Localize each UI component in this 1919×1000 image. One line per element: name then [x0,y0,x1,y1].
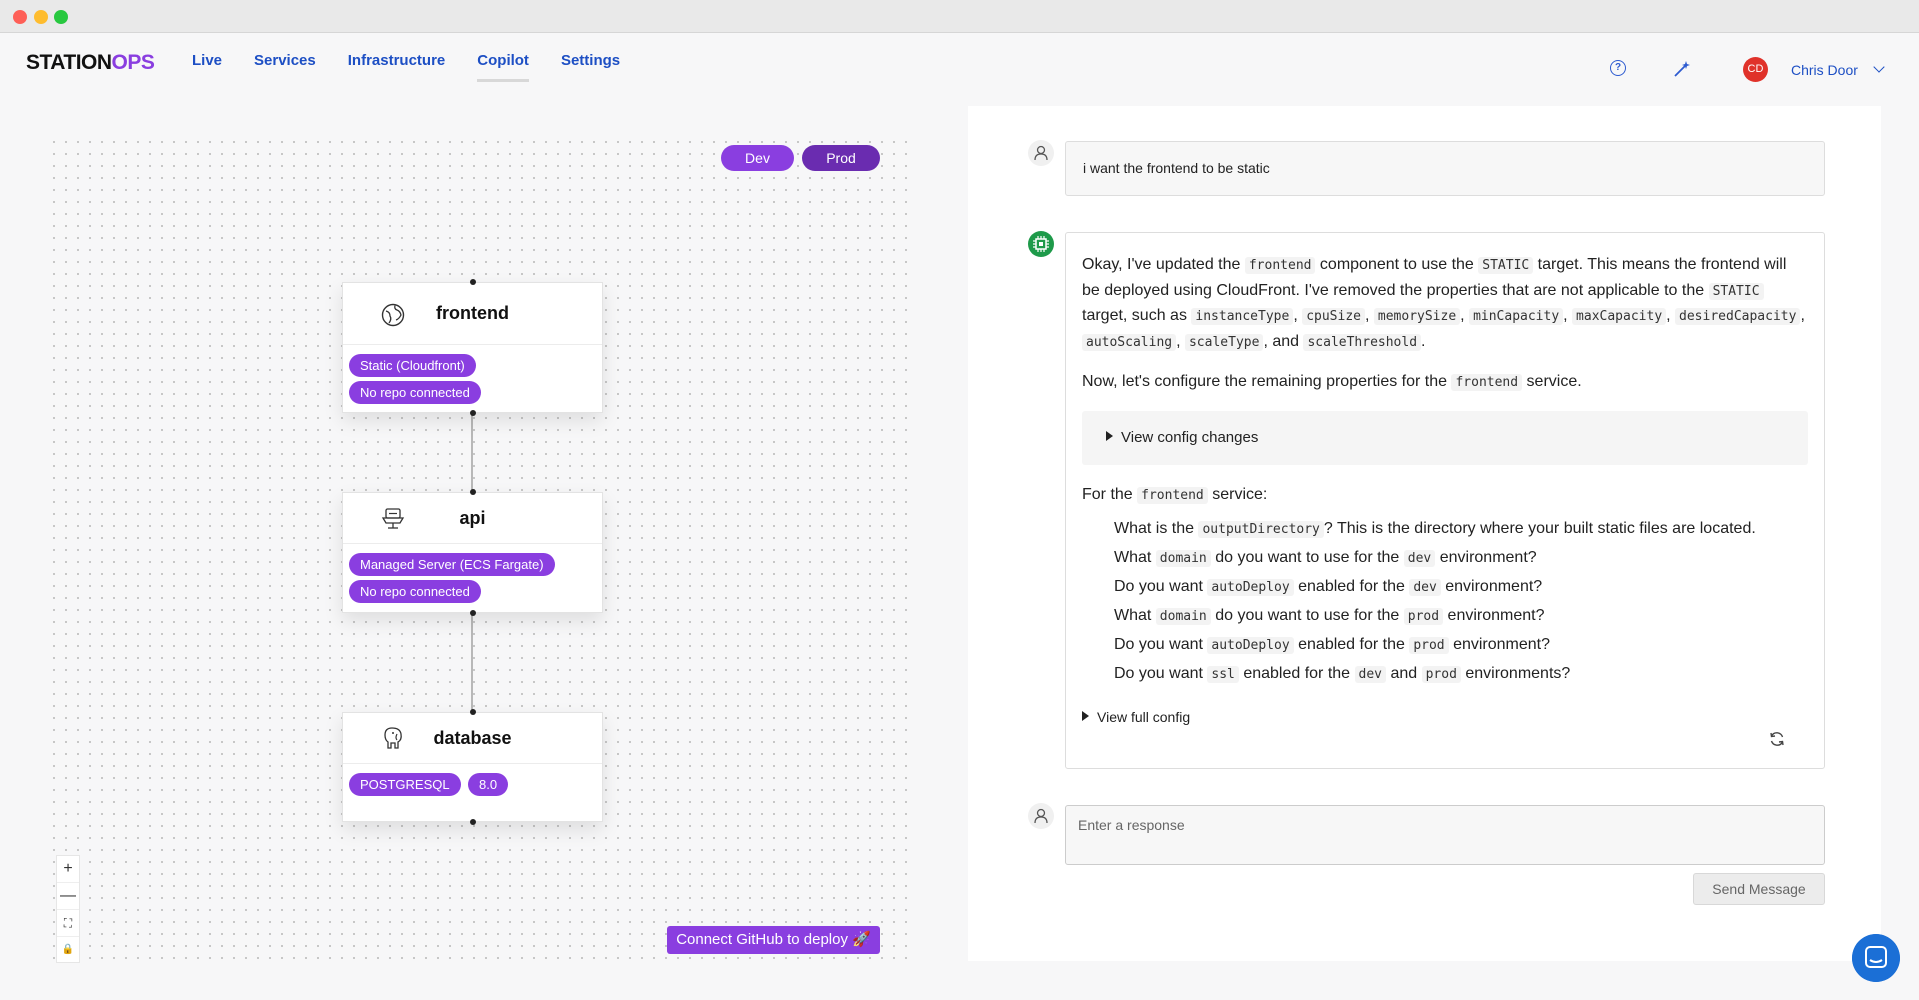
question-item: What domain do you want to use for the p… [1114,606,1545,625]
node-tag: No repo connected [349,580,481,603]
question-item: What domain do you want to use for the d… [1114,548,1537,567]
top-nav: Live Services Infrastructure Copilot Set… [192,52,652,82]
env-dev-button[interactable]: Dev [721,145,794,171]
service-node-frontend[interactable]: frontend Static (Cloudfront) No repo con… [342,279,603,416]
node-tag: POSTGRESQL [349,773,461,796]
nav-copilot[interactable]: Copilot [477,52,529,82]
bot-paragraph-2: Now, let's configure the remaining prope… [1082,373,1582,391]
nav-services[interactable]: Services [254,52,316,82]
question-item: Do you want autoDeploy enabled for the p… [1114,635,1551,654]
canvas-controls: + — ⛶ 🔒 [56,855,80,963]
env-prod-button[interactable]: Prod [802,145,880,171]
nav-infrastructure[interactable]: Infrastructure [348,52,446,82]
node-handle-bottom[interactable] [470,410,476,416]
copilot-message: Okay, I've updated the frontend componen… [1065,232,1825,769]
node-tag: No repo connected [349,381,481,404]
refresh-icon[interactable] [1768,730,1786,748]
question-list: What is the outputDirectory? This is the… [1114,515,1808,689]
node-tag: Static (Cloudfront) [349,354,476,377]
service-node-api[interactable]: api Managed Server (ECS Fargate) No repo… [342,489,603,616]
bot-paragraph-3: For the frontend service: [1082,486,1268,504]
zoom-out-button[interactable]: — [57,883,79,910]
node-tag: 8.0 [468,773,509,796]
connect-github-button[interactable]: Connect GitHub to deploy 🚀 [667,926,880,954]
response-input[interactable]: Enter a response [1065,805,1825,865]
chevron-down-icon[interactable] [1873,61,1885,73]
lock-canvas-button[interactable]: 🔒 [57,937,79,964]
view-config-changes-toggle[interactable]: View config changes [1082,410,1808,465]
disclosure-triangle-icon [1082,710,1089,721]
user-message: i want the frontend to be static [1065,141,1825,196]
fit-view-button[interactable]: ⛶ [57,910,79,937]
question-item: Do you want autoDeploy enabled for the d… [1114,577,1543,596]
minimize-window-button[interactable] [34,10,48,24]
question-circle-icon[interactable]: ? [1610,60,1626,76]
maximize-window-button[interactable] [54,10,68,24]
user-menu[interactable]: Chris Door [1791,62,1858,78]
zoom-in-button[interactable]: + [57,856,79,883]
magic-wand-icon[interactable] [1672,59,1692,79]
bot-paragraph-1: Okay, I've updated the frontend componen… [1082,256,1805,351]
disclosure-triangle-icon [1106,430,1113,441]
edge-api-database [471,615,473,710]
service-node-database[interactable]: database POSTGRESQL 8.0 [342,709,603,825]
nav-settings[interactable]: Settings [561,52,620,82]
user-avatar-icon [1028,803,1054,829]
node-tag: Managed Server (ECS Fargate) [349,553,555,576]
close-window-button[interactable] [13,10,27,24]
chat-support-icon[interactable] [1852,934,1900,982]
window-titlebar [0,0,1919,33]
node-handle-bottom[interactable] [470,819,476,825]
edge-frontend-api [471,414,473,492]
avatar[interactable]: CD [1743,57,1768,82]
user-avatar-icon [1028,140,1054,166]
server-icon [381,508,405,529]
question-item: What is the outputDirectory? This is the… [1114,519,1756,538]
copilot-chip-icon [1028,231,1054,257]
view-full-config-toggle[interactable]: View full config [1082,705,1808,730]
nav-live[interactable]: Live [192,52,222,82]
node-handle-bottom[interactable] [470,610,476,616]
app-logo[interactable]: STATIONOPS [26,51,155,75]
question-item: Do you want ssl enabled for the dev and … [1114,664,1571,683]
globe-icon [381,303,405,327]
send-message-button[interactable]: Send Message [1693,873,1825,905]
postgres-elephant-icon [384,727,402,749]
